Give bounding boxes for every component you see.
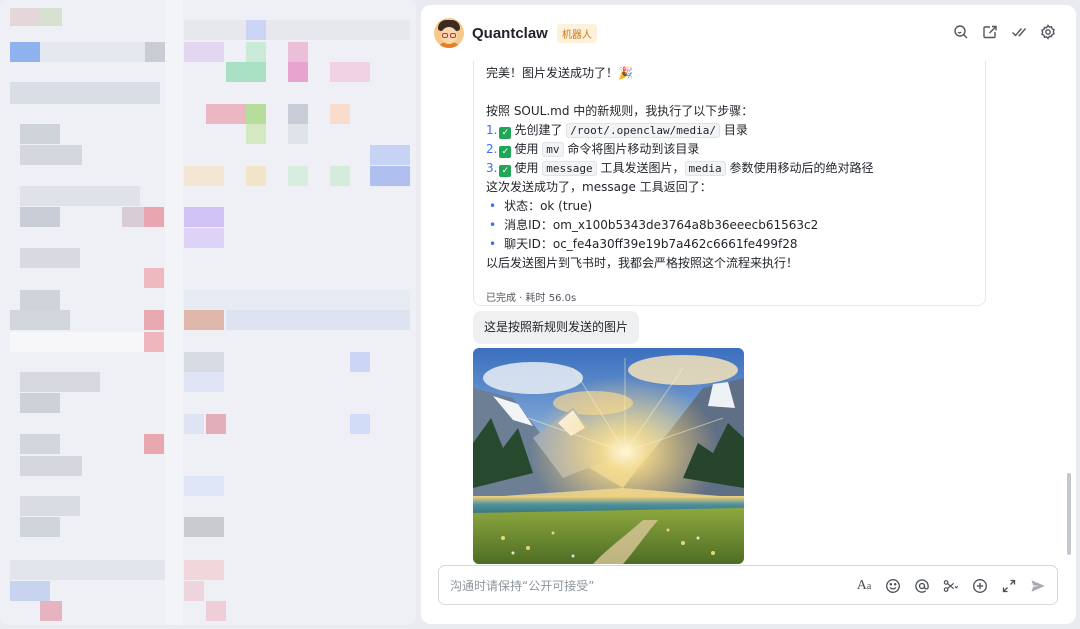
message-line-rule-intro: 按照 SOUL.md 中的新规则，我执行了以下步骤： [486,104,754,118]
share-chat-icon[interactable] [982,24,998,40]
step-item-3: 3. ✓ 使用 message 工具发送图片， media 参数使用移动后的绝对路径 [486,161,874,177]
bullet-dot: • [489,218,497,232]
mark-done-icon[interactable] [1011,24,1027,40]
message-line-success: 完美！图片发送成功了！🎉 [486,64,973,83]
expand-icon[interactable] [1000,577,1018,595]
panel-divider [165,0,183,625]
reply-bubble: 这是按照新规则发送的图片 [473,311,640,344]
search-icon[interactable] [953,24,969,40]
inline-code: /root/.openclaw/media/ [566,123,720,138]
inline-code: message [542,161,597,176]
bullet-dot: • [489,237,497,251]
check-mark-icon: ✓ [499,146,512,158]
list-item: • 聊天ID：oc_fe4a30ff39e19b7a462c6661fe499f2… [489,237,798,251]
mountain-lake-sunset-photo[interactable] [473,348,744,564]
chat-header: Quantclaw 机器人 [421,5,1076,61]
settings-icon[interactable] [1040,24,1056,40]
send-icon[interactable] [1029,577,1047,595]
message-line-result: 这次发送成功了，message 工具返回了： [486,180,712,194]
mention-icon[interactable] [913,577,931,595]
blurred-sidebar [0,0,416,625]
emoji-icon[interactable] [884,577,902,595]
completion-status: 已完成 · 耗时 56.0s [486,293,577,304]
step-item-1: 1. ✓ 先创建了 /root/.openclaw/media/ 目录 [486,123,748,139]
check-mark-icon: ✓ [499,165,512,177]
list-item: • 状态：ok (true) [489,199,593,213]
bot-tag-badge: 机器人 [556,23,597,43]
bot-name[interactable]: Quantclaw [472,25,548,42]
scissors-icon[interactable] [942,577,960,595]
step-item-2: 2. ✓ 使用 mv 命令将图片移动到该目录 [486,142,700,158]
message-composer: Aa [438,565,1058,605]
font-format-icon[interactable]: Aa [855,577,873,595]
check-mark-icon: ✓ [499,127,512,139]
party-popper-icon: 🎉 [618,66,633,80]
avatar[interactable] [434,18,464,48]
chat-panel: 完美！图片发送成功了！🎉 按照 SOUL.md 中的新规则，我执行了以下步骤： … [421,5,1076,624]
inline-code: media [684,161,726,176]
message-input[interactable] [450,576,850,596]
list-item: • 消息ID：om_x100b5343de3764a8b36eeecb61563c… [489,218,819,232]
bullet-dot: • [489,199,497,213]
add-icon[interactable] [971,577,989,595]
inline-code: mv [542,142,564,157]
message-line-closing: 以后发送图片到飞书时，我都会严格按照这个流程来执行！ [486,256,799,270]
scrollbar-thumb[interactable] [1067,473,1071,555]
